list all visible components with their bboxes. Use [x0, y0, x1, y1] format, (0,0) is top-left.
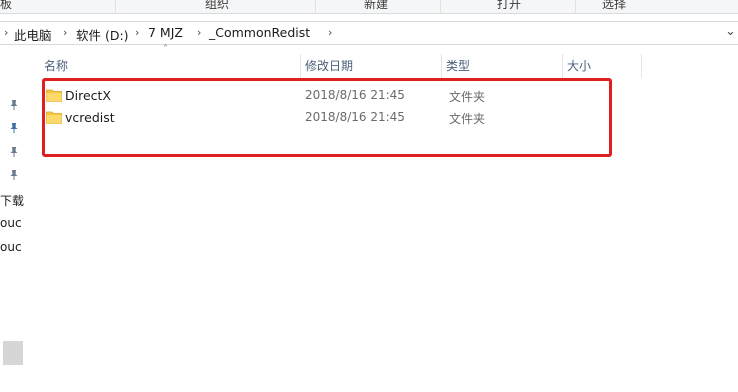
breadcrumb-this-pc[interactable]: 此电脑	[14, 25, 52, 44]
chevron-right-icon[interactable]: ›	[63, 26, 67, 39]
pin-icon[interactable]	[8, 99, 20, 111]
address-bar[interactable]: › 此电脑 › 软件 (D:) › 7 MJZ › _CommonRedist …	[0, 21, 738, 45]
pin-icon[interactable]	[8, 169, 20, 181]
file-name[interactable]: vcredist	[65, 110, 115, 125]
chevron-right-icon[interactable]: ›	[4, 26, 8, 39]
file-name[interactable]: DirectX	[65, 88, 111, 103]
breadcrumb-7mjz[interactable]: 7 MJZ	[148, 25, 183, 40]
file-type: 文件夹	[449, 112, 486, 126]
chevron-down-icon[interactable]: ⌄	[725, 24, 736, 39]
column-header-type[interactable]: 类型	[442, 54, 562, 78]
ribbon-separator	[575, 0, 576, 13]
column-header-size[interactable]: 大小	[563, 54, 641, 78]
ribbon-label-open: 打开	[497, 0, 522, 11]
chevron-right-icon[interactable]: ›	[197, 26, 201, 39]
ribbon-label-clipboard: 板	[0, 0, 13, 11]
chevron-right-icon[interactable]: ›	[135, 26, 139, 39]
pin-icon[interactable]	[8, 122, 20, 134]
nav-item-cloud[interactable]: ouc	[0, 216, 24, 230]
ribbon-label-organize: 组织	[205, 0, 230, 11]
column-divider[interactable]	[641, 54, 642, 78]
file-type: 文件夹	[449, 90, 486, 104]
ribbon-group-labels: 板 组织 新建 打开 选择	[0, 0, 738, 14]
file-row-directx[interactable]: DirectX 2018/8/16 21:45 文件夹	[44, 85, 604, 107]
file-row-vcredist[interactable]: vcredist 2018/8/16 21:45 文件夹	[44, 107, 604, 129]
nav-item-cloud[interactable]: ouc	[0, 240, 24, 254]
column-header-name[interactable]: 名称	[40, 54, 300, 78]
folder-icon	[46, 89, 62, 102]
column-header: 名称 修改日期 类型 大小	[40, 54, 642, 78]
ribbon-separator	[115, 0, 116, 13]
folder-icon	[46, 111, 62, 124]
breadcrumb-commonredist[interactable]: _CommonRedist	[209, 25, 310, 40]
chevron-right-icon[interactable]: ›	[328, 26, 332, 39]
file-modified-date: 2018/8/16 21:45	[305, 110, 405, 124]
ribbon-label-select: 选择	[602, 0, 627, 11]
nav-scrollbar-thumb[interactable]	[3, 341, 23, 365]
ribbon-separator	[440, 0, 441, 13]
pin-icon[interactable]	[8, 146, 20, 158]
nav-item-downloads[interactable]: 下载	[0, 192, 24, 209]
column-header-modified[interactable]: 修改日期	[301, 54, 441, 78]
breadcrumb-drive-d[interactable]: 软件 (D:)	[76, 25, 129, 44]
ribbon-separator	[315, 0, 316, 13]
file-modified-date: 2018/8/16 21:45	[305, 88, 405, 102]
ribbon-label-new: 新建	[364, 0, 389, 11]
